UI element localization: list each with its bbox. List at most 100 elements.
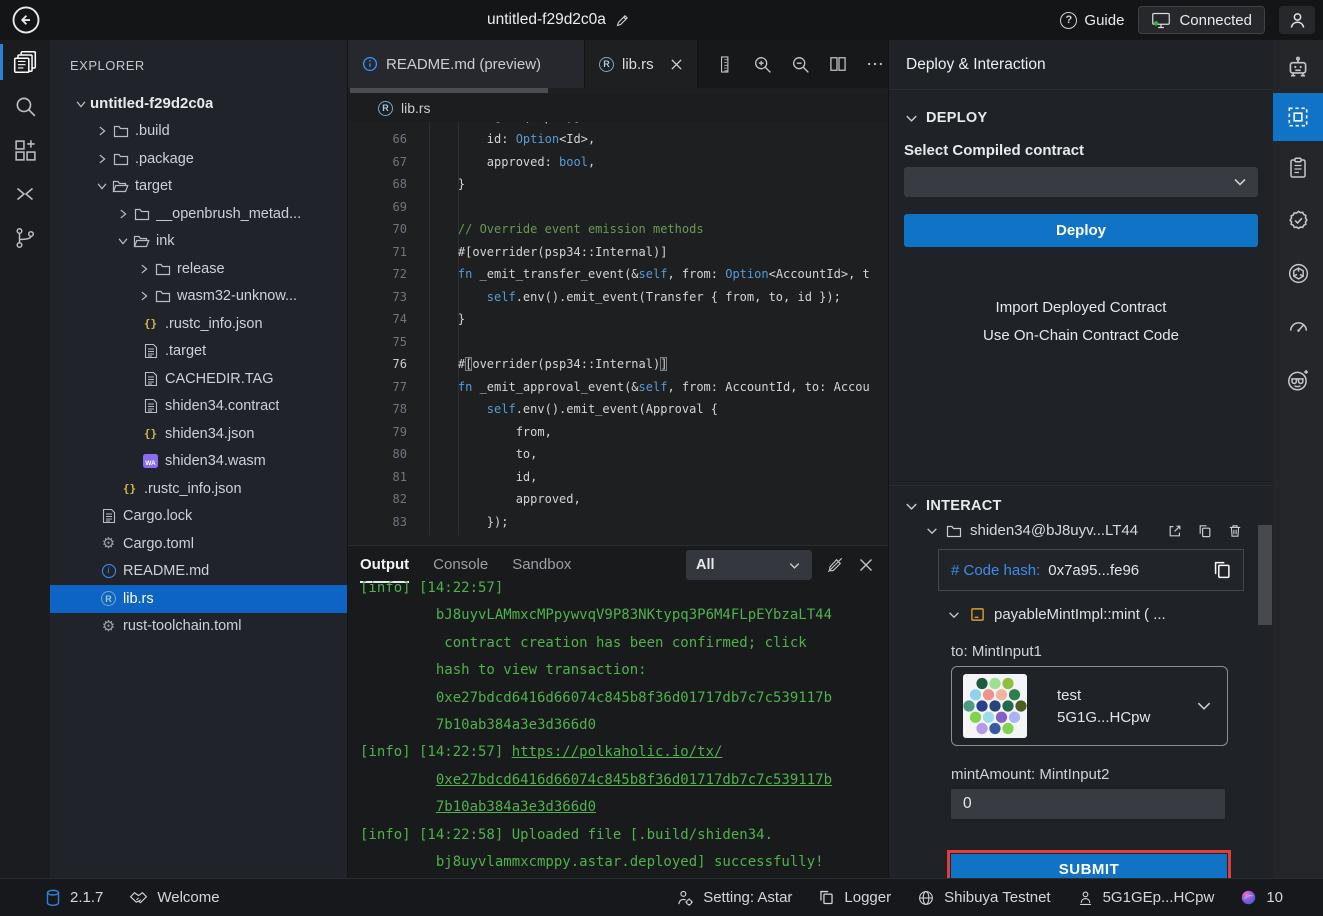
log-link[interactable]: 0xe27bdcd6416d66074c845b8f36d01717db7c7c… [436, 772, 832, 788]
explorer-item[interactable]: {}shiden34.json [50, 420, 347, 448]
breadcrumb[interactable]: R lib.rs [348, 94, 888, 122]
tab-sandbox[interactable]: Sandbox [512, 547, 571, 583]
trash-icon[interactable] [1227, 523, 1243, 539]
log-link[interactable]: 7b10ab384a3e3d366d0 [436, 799, 596, 815]
log-link[interactable]: https://polkaholic.io/tx/ [512, 744, 723, 760]
explorer-item[interactable]: Rlib.rs [50, 585, 347, 613]
activity-source-control-button[interactable] [0, 216, 50, 260]
avatar[interactable] [1279, 6, 1315, 34]
activity-explorer-button[interactable] [0, 40, 50, 84]
activity-robot-button[interactable] [1273, 40, 1323, 93]
edit-title-pencil-icon[interactable] [615, 13, 630, 28]
panel-title: Deploy & Interaction [889, 40, 1273, 90]
explorer-header: EXPLORER [50, 40, 347, 90]
explorer-item[interactable]: ⚙rust-toolchain.toml [50, 613, 347, 641]
activity-gauge-button[interactable] [1273, 300, 1323, 353]
explorer-item[interactable]: {}.rustc_info.json [50, 310, 347, 338]
clear-output-icon[interactable] [826, 556, 844, 574]
activity-deploy-button[interactable] [1273, 93, 1323, 141]
network-status[interactable]: Shibuya Testnet [917, 889, 1050, 907]
mint-amount-input[interactable] [951, 789, 1225, 819]
logger-button[interactable]: Logger [818, 889, 891, 906]
monitor-icon [1151, 11, 1171, 30]
search-icon [13, 94, 38, 119]
split-editor-icon[interactable] [828, 54, 848, 74]
zoom-out-icon[interactable] [790, 54, 811, 75]
tab-scrollbar[interactable] [350, 88, 548, 93]
import-deployed-contract-link[interactable]: Import Deployed Contract [889, 299, 1273, 316]
account-select[interactable]: test 5G1G...HCpw [951, 666, 1228, 746]
interact-section-header[interactable]: INTERACT [889, 498, 1273, 514]
explorer-item[interactable]: ⚙Cargo.toml [50, 530, 347, 558]
welcome-button[interactable]: Welcome [129, 889, 219, 906]
setting-status[interactable]: Setting: Astar [676, 889, 792, 907]
explorer-item[interactable]: Cargo.lock [50, 503, 347, 531]
balance-indicator[interactable]: 10 [1240, 889, 1283, 906]
activity-openai-button[interactable] [1273, 247, 1323, 300]
copy-hash-icon[interactable] [1211, 559, 1233, 581]
file-icon [141, 398, 160, 414]
activity-extensions-button[interactable] [0, 128, 50, 172]
back-button[interactable] [11, 5, 41, 35]
activity-collapse-button[interactable] [0, 172, 50, 216]
deploy-section: DEPLOY Select Compiled contract Deploy I… [889, 110, 1273, 344]
folder-icon [111, 123, 130, 139]
title-bar: untitled-f29d2c0a ? Guide Connected [0, 0, 1323, 40]
explorer-item[interactable]: WAshiden34.wasm [50, 448, 347, 476]
activity-coolface-button[interactable] [1273, 353, 1323, 406]
right-activity-bar [1273, 40, 1323, 878]
deploy-section-header[interactable]: DEPLOY [889, 110, 1273, 126]
code-line: 72 fn _emit_transfer_event(&self, from: … [348, 263, 888, 286]
connected-status-button[interactable]: Connected [1138, 6, 1265, 34]
zoom-in-icon[interactable] [752, 54, 773, 75]
open-external-icon[interactable] [1167, 523, 1183, 539]
rust-icon: R [599, 57, 614, 72]
activity-badge-button[interactable] [1273, 194, 1323, 247]
explorer-item-label: Cargo.lock [123, 508, 192, 524]
explorer-item-label: .build [135, 123, 170, 139]
log-line: bJ8uyvLAMmxcMPpywvqV9P83NKtypq3P6M4FLpEY… [348, 602, 888, 629]
code-line: 76 #[overrider(psp34::Internal)] [348, 353, 888, 376]
log-filter-select[interactable]: All [686, 550, 812, 580]
back-arrow-icon [11, 5, 41, 35]
explorer-item[interactable]: untitled-f29d2c0a [50, 90, 347, 118]
panel-scrollbar[interactable] [1258, 525, 1272, 625]
use-onchain-code-link[interactable]: Use On-Chain Contract Code [889, 327, 1273, 344]
tab-readme[interactable]: README.md (preview) [348, 40, 585, 88]
explorer-item[interactable]: target [50, 173, 347, 201]
compiled-contract-select[interactable] [904, 167, 1258, 197]
code-editor[interactable]: 65 #[ink(topic)]66 id: Option<Id>,67 app… [348, 122, 888, 545]
explorer-item[interactable]: release [50, 255, 347, 283]
activity-clipboard-button[interactable] [1273, 141, 1323, 194]
explorer-item[interactable]: ink [50, 228, 347, 256]
close-panel-icon[interactable] [858, 557, 874, 573]
deploy-button[interactable]: Deploy [904, 214, 1258, 247]
collapse-arrows-icon [13, 182, 37, 206]
guide-button[interactable]: ? Guide [1060, 12, 1124, 29]
explorer-item[interactable]: CACHEDIR.TAG [50, 365, 347, 393]
code-line: 75 [348, 331, 888, 354]
submit-button[interactable]: SUBMIT [951, 854, 1227, 878]
explorer-item[interactable]: .package [50, 145, 347, 173]
code-line: 83 }); [348, 511, 888, 534]
tab-librs[interactable]: R lib.rs [585, 40, 698, 88]
mint-method-row[interactable]: payableMintImpl::mint ( ... [889, 606, 1273, 623]
explorer-item[interactable]: shiden34.contract [50, 393, 347, 421]
explorer-item[interactable]: {}.rustc_info.json [50, 475, 347, 503]
globe-icon [917, 889, 935, 907]
code-hash-box: # Code hash: 0x7a95...fe96 [938, 549, 1244, 591]
explorer-item[interactable]: wasm32-unknow... [50, 283, 347, 311]
explorer-item[interactable]: iREADME.md [50, 558, 347, 586]
activity-search-button[interactable] [0, 84, 50, 128]
explorer-item[interactable]: .build [50, 118, 347, 146]
explorer-item[interactable]: .target [50, 338, 347, 366]
code-line: 69 [348, 196, 888, 219]
close-tab-icon[interactable] [670, 58, 683, 71]
contract-label: shiden34@bJ8uyv...LT44 [970, 522, 1138, 539]
ruler-icon[interactable] [716, 55, 735, 74]
account-status[interactable]: 5G1GEp...HCpw [1077, 889, 1215, 906]
copy-icon[interactable] [1197, 523, 1213, 539]
explorer-item[interactable]: __openbrush_metad... [50, 200, 347, 228]
more-actions-icon[interactable] [865, 54, 885, 74]
deployed-contract-row[interactable]: shiden34@bJ8uyv...LT44 [889, 522, 1273, 539]
